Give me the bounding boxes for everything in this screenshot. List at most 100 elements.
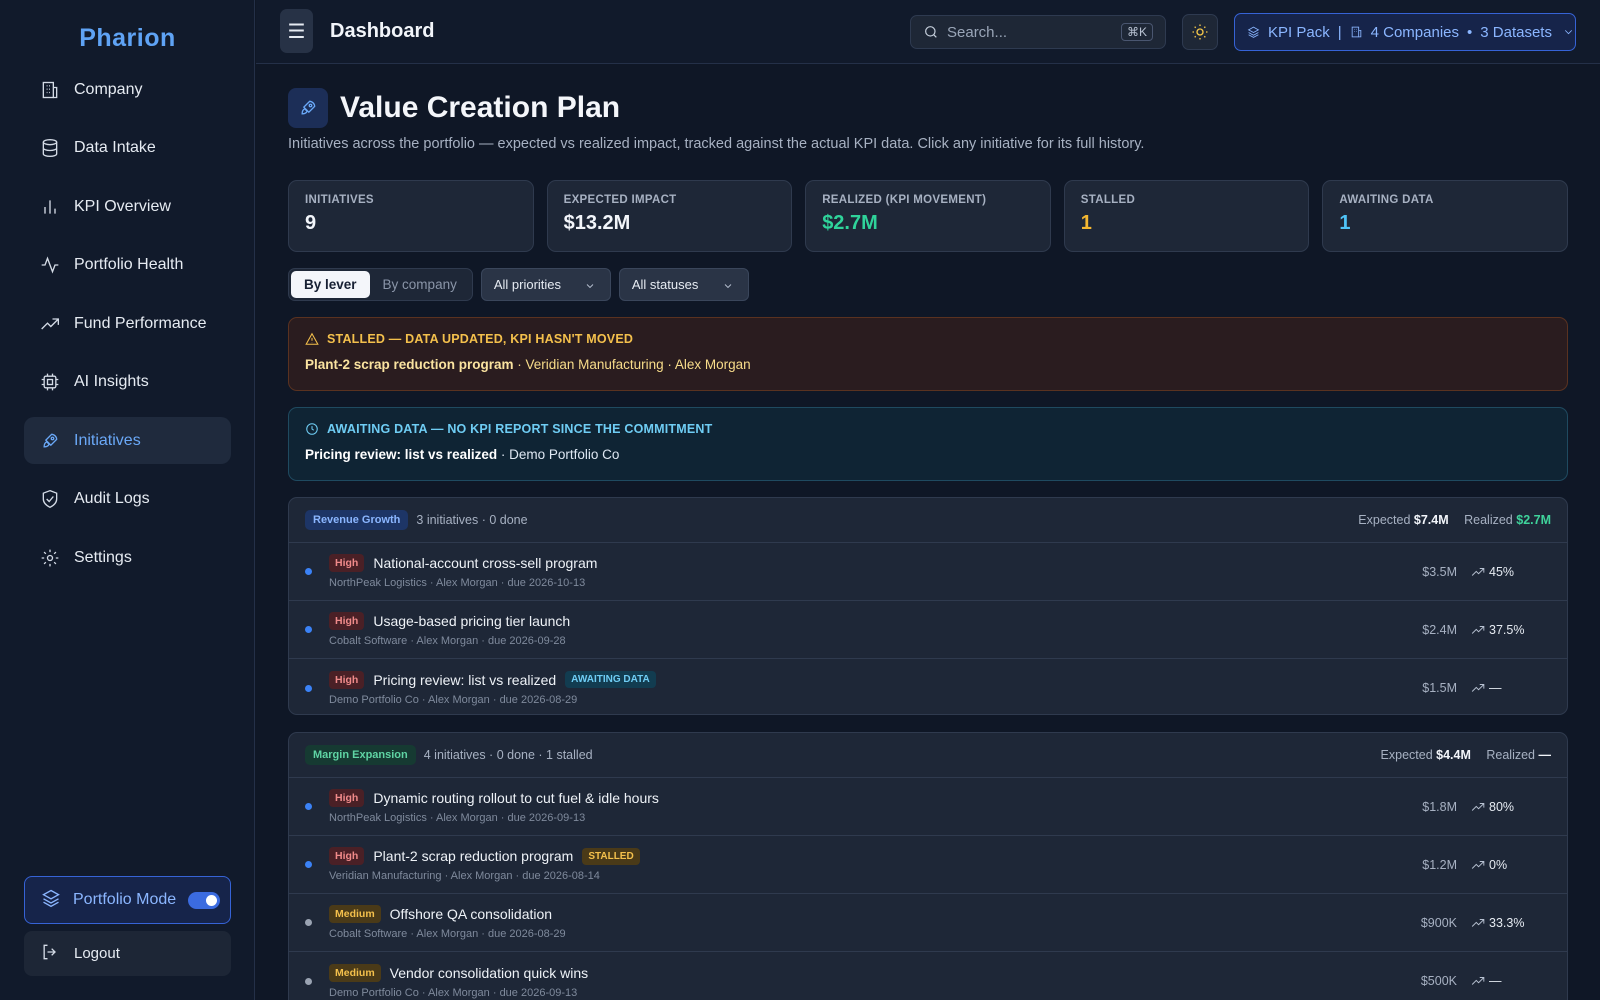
brand-logo[interactable]: Pharion	[0, 24, 255, 53]
awaiting-initiative-link[interactable]: Pricing review: list vs realized	[305, 447, 497, 462]
initiative-amount: $1.5M	[1422, 681, 1457, 695]
layers-icon	[1247, 26, 1260, 38]
group-meta: 3 initiatives · 0 done	[416, 513, 528, 527]
realized-value: $2.7M	[1516, 513, 1551, 527]
expected-label: Expected	[1358, 513, 1411, 527]
stat-label: EXPECTED IMPACT	[563, 194, 677, 206]
trending-up-icon	[40, 314, 60, 334]
initiative-amount: $1.2M	[1422, 857, 1457, 872]
portfolio-mode-switch[interactable]	[188, 891, 221, 909]
lever-badge: Margin Expansion	[305, 745, 416, 765]
stat-value: $13.2M	[563, 212, 631, 234]
kpi-pack-selector[interactable]: KPI Pack | 4 Companies • 3 Datasets	[1234, 13, 1576, 51]
status-dot	[305, 626, 312, 633]
warning-icon	[305, 332, 319, 345]
stat-label: AWAITING DATA	[1339, 194, 1434, 206]
by-company-button[interactable]: By company	[370, 271, 470, 298]
stalled-alert-title: STALLED — DATA UPDATED, KPI HASN'T MOVED	[327, 332, 634, 346]
priority-badge: High	[329, 789, 365, 807]
building-icon	[40, 80, 60, 100]
initiative-meta: Cobalt Software · Alex Morgan · due 2026…	[329, 928, 566, 940]
stalled-alert: STALLED — DATA UPDATED, KPI HASN'T MOVED…	[288, 317, 1568, 391]
awaiting-alert-header: AWAITING DATA — NO KPI REPORT SINCE THE …	[305, 422, 1551, 436]
status-dot	[305, 568, 312, 575]
lever-badge: Revenue Growth	[305, 510, 409, 530]
initiative-amount: $2.4M	[1422, 622, 1457, 637]
sidebar-item-label: Audit Logs	[74, 490, 150, 507]
stats-row: INITIATIVES 9 EXPECTED IMPACT $13.2M REA…	[288, 180, 1568, 252]
sidebar-item-company[interactable]: Company	[24, 66, 231, 113]
initiative-row[interactable]: Medium Vendor consolidation quick wins De…	[289, 952, 1567, 1000]
initiative-meta: Demo Portfolio Co · Alex Morgan · due 20…	[329, 986, 578, 999]
priority-select[interactable]: All priorities	[480, 268, 611, 301]
initiative-name: Plant-2 scrap reduction program	[373, 848, 574, 864]
sidebar-item-ai-insights[interactable]: AI Insights	[24, 359, 231, 406]
status-select-value: All statuses	[631, 277, 699, 292]
initiative-row[interactable]: High Dynamic routing rollout to cut fuel …	[289, 778, 1567, 836]
initiative-row[interactable]: High Usage-based pricing tier launch Coba…	[289, 601, 1567, 659]
sidebar-nav: Company Data Intake KPI Overview Portfol…	[24, 66, 231, 593]
group-by-toggle: By lever By company	[288, 268, 473, 301]
sidebar-item-label: Settings	[74, 548, 132, 566]
expected-value: $7.4M	[1413, 513, 1449, 527]
stalled-initiative-link[interactable]: Plant-2 scrap reduction program	[305, 357, 514, 372]
activity-icon	[40, 255, 60, 275]
initiative-row[interactable]: Medium Offshore QA consolidation Cobalt S…	[289, 894, 1567, 952]
portfolio-mode-toggle[interactable]: Portfolio Mode	[24, 876, 231, 924]
awaiting-initiative-meta: · Demo Portfolio Co	[497, 447, 620, 462]
kpi-pack-label: KPI Pack	[1268, 23, 1330, 41]
realized-label: Realized	[1486, 748, 1536, 762]
stalled-alert-header: STALLED — DATA UPDATED, KPI HASN'T MOVED	[305, 332, 1551, 346]
initiative-amount: $1.8M	[1422, 799, 1457, 814]
sidebar-item-data-intake[interactable]: Data Intake	[24, 125, 231, 172]
trending-up-icon	[1471, 684, 1485, 692]
search-input[interactable]: Search... ⌘K	[910, 15, 1166, 49]
building-icon	[1351, 26, 1361, 38]
progress-value: 0%	[1489, 857, 1508, 872]
progress-value: —	[1489, 974, 1502, 988]
stalled-alert-body[interactable]: Plant-2 scrap reduction program · Veridi…	[305, 357, 1551, 372]
filter-controls: By lever By company All priorities All s…	[288, 268, 749, 301]
sidebar-item-initiatives[interactable]: Initiatives	[24, 417, 231, 464]
trending-up-icon	[1471, 625, 1485, 634]
status-dot	[305, 977, 312, 985]
initiative-row[interactable]: High National-account cross-sell program …	[289, 543, 1567, 601]
layers-icon	[41, 888, 61, 913]
trending-up-icon	[1471, 918, 1485, 927]
initiative-row[interactable]: High Plant-2 scrap reduction program STALL…	[289, 836, 1567, 894]
sidebar-item-portfolio-health[interactable]: Portfolio Health	[24, 242, 231, 289]
rocket-icon	[288, 88, 328, 128]
initiative-meta: NorthPeak Logistics · Alex Morgan · due …	[329, 812, 586, 824]
menu-toggle-button[interactable]: ☰	[280, 9, 313, 53]
progress-value: 37.5%	[1489, 622, 1525, 637]
theme-toggle-button[interactable]	[1182, 14, 1218, 50]
search-shortcut: ⌘K	[1120, 23, 1153, 41]
initiative-amount: $900K	[1420, 915, 1457, 930]
group-summary: Expected $4.4M Realized —	[1381, 748, 1551, 762]
initiative-name: Pricing review: list vs realized	[373, 671, 557, 688]
group-header[interactable]: Revenue Growth 3 initiatives · 0 done Ex…	[289, 498, 1567, 543]
status-select[interactable]: All statuses	[618, 268, 749, 301]
sidebar-item-kpi-overview[interactable]: KPI Overview	[24, 183, 231, 230]
logout-button[interactable]: Logout	[24, 931, 231, 976]
by-lever-button[interactable]: By lever	[291, 271, 370, 298]
bar-chart-icon	[40, 197, 60, 217]
initiative-progress: —	[1471, 974, 1551, 988]
trending-up-icon	[1471, 860, 1485, 869]
awaiting-alert-body[interactable]: Pricing review: list vs realized · Demo …	[305, 447, 1551, 462]
sidebar-item-settings[interactable]: Settings	[24, 534, 231, 581]
sidebar-item-audit-logs[interactable]: Audit Logs	[24, 476, 231, 523]
initiative-progress: 37.5%	[1471, 623, 1551, 637]
topbar: ☰ Dashboard Search... ⌘K KPI Pack | 4 Co…	[256, 0, 1600, 64]
sidebar-item-label: Fund Performance	[74, 314, 207, 332]
priority-badge: High	[329, 612, 365, 630]
awaiting-data-alert: AWAITING DATA — NO KPI REPORT SINCE THE …	[288, 407, 1568, 481]
initiative-meta: NorthPeak Logistics · Alex Morgan · due …	[329, 577, 586, 589]
initiative-row[interactable]: High Pricing review: list vs realized AWAI…	[289, 659, 1567, 714]
sidebar-item-fund-performance[interactable]: Fund Performance	[24, 300, 231, 347]
stat-label: REALIZED (KPI MOVEMENT)	[822, 194, 987, 206]
rocket-icon	[40, 431, 60, 451]
stat-label: INITIATIVES	[305, 194, 374, 206]
realized-value: —	[1538, 748, 1552, 762]
group-header[interactable]: Margin Expansion 4 initiatives · 0 done …	[289, 733, 1567, 778]
